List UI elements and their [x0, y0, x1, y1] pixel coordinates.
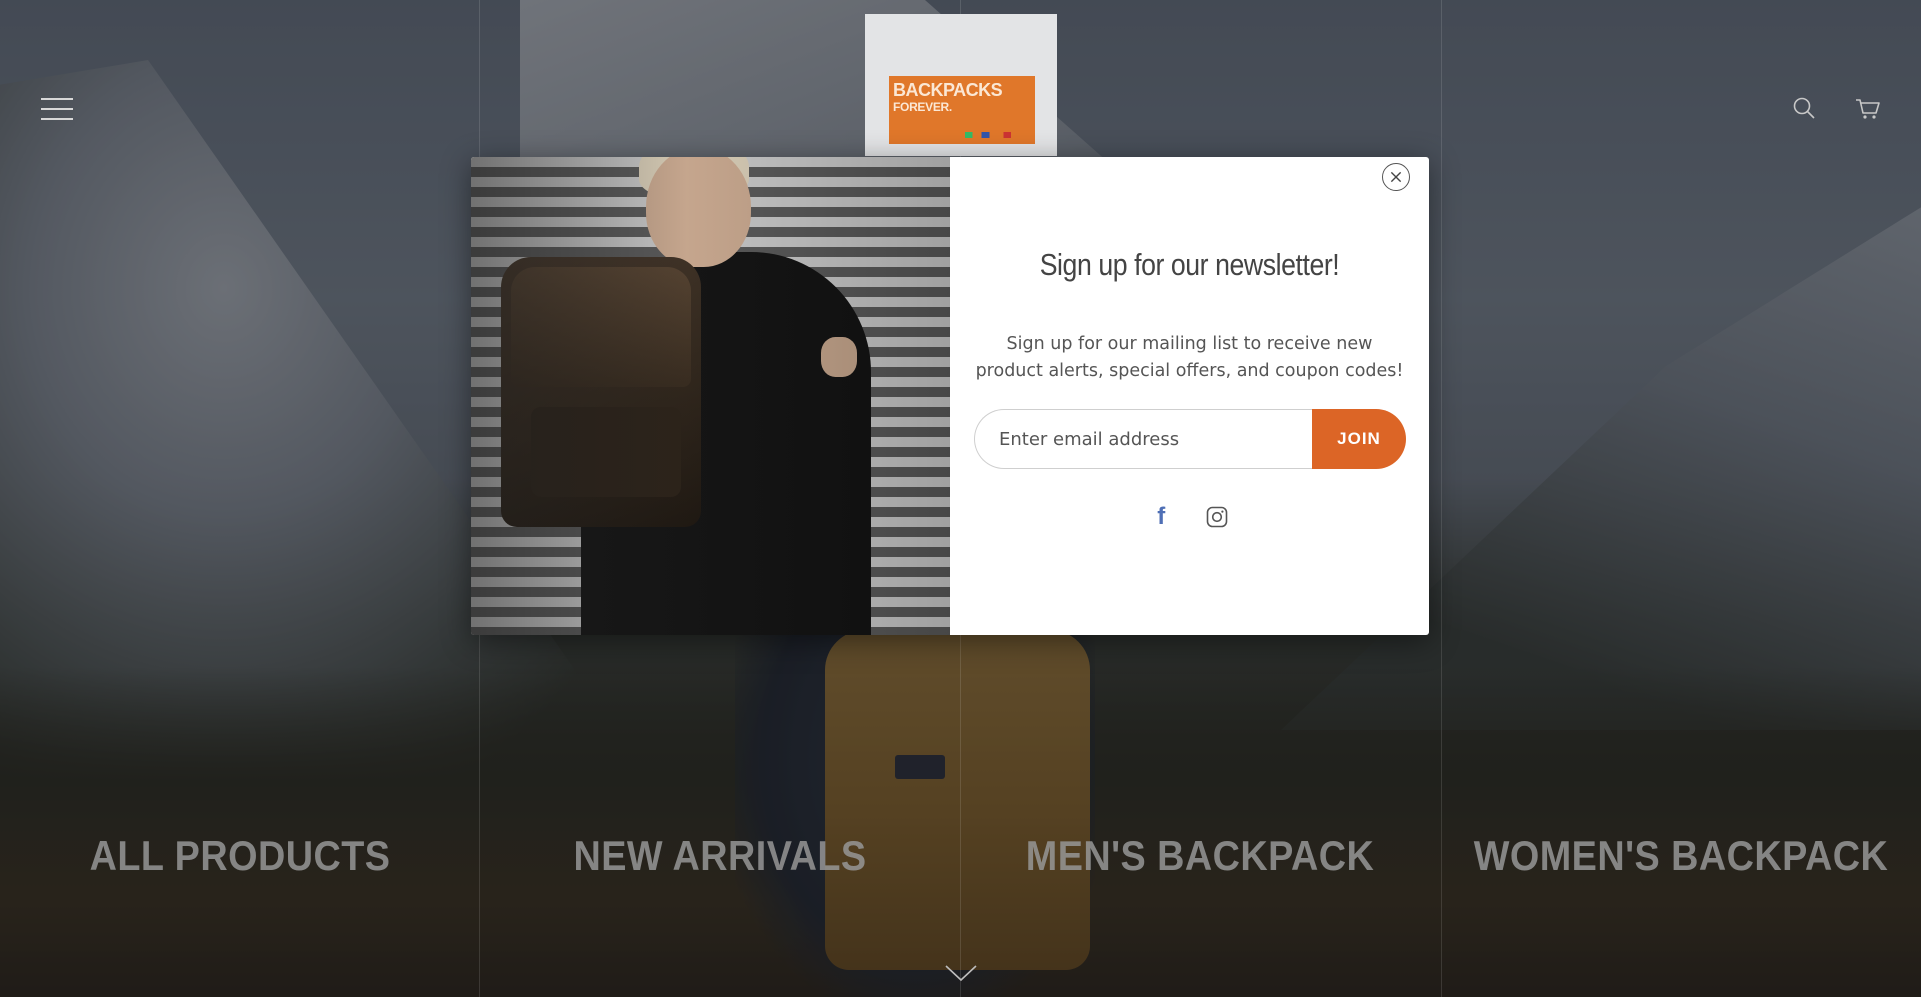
column-divider [1441, 0, 1442, 997]
popup-description: Sign up for our mailing list to receive … [975, 334, 1404, 381]
facebook-icon[interactable]: f [1151, 505, 1171, 529]
page: BACKPACKS FOREVER. ALL PRODUCTS NEW ARRI… [0, 0, 1921, 997]
category-all-products[interactable]: ALL PRODUCTS [24, 832, 456, 880]
category-womens-backpack[interactable]: WOMEN'S BACKPACK [1465, 832, 1897, 880]
hamburger-menu-icon[interactable] [41, 98, 73, 122]
search-icon[interactable] [1793, 97, 1815, 119]
logo-flags [965, 132, 1029, 138]
popup-content: Sign up for our newsletter! Sign up for … [950, 157, 1429, 635]
category-mens-backpack[interactable]: MEN'S BACKPACK [984, 832, 1416, 880]
email-input[interactable] [974, 409, 1314, 469]
instagram-icon[interactable] [1206, 506, 1228, 528]
popup-title: Sign up for our newsletter! [1039, 247, 1340, 282]
logo-text-line1: BACKPACKS [893, 80, 1003, 100]
store-logo[interactable]: BACKPACKS FOREVER. [865, 14, 1057, 156]
close-icon[interactable] [1382, 163, 1410, 191]
popup-image [471, 157, 950, 635]
category-new-arrivals[interactable]: NEW ARRIVALS [504, 832, 936, 880]
logo-text-line2: FOREVER. [893, 100, 952, 114]
newsletter-popup: Sign up for our newsletter! Sign up for … [471, 157, 1429, 635]
social-links: f [950, 505, 1429, 529]
cart-icon[interactable] [1855, 98, 1881, 120]
newsletter-form: JOIN [974, 409, 1406, 469]
chevron-down-icon[interactable] [944, 963, 978, 983]
join-button[interactable]: JOIN [1312, 409, 1406, 469]
